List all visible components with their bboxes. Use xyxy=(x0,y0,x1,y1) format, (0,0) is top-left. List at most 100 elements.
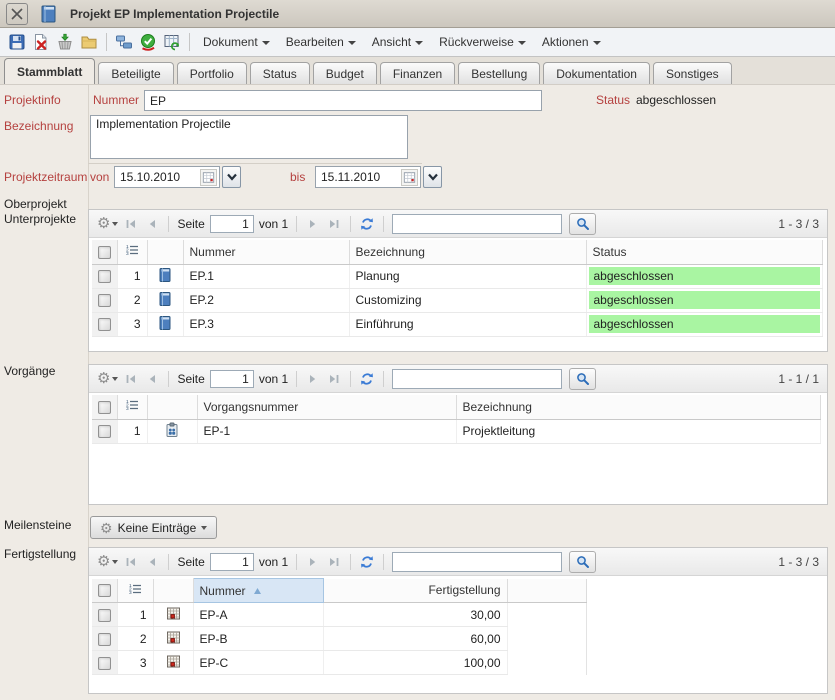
save-button[interactable] xyxy=(5,31,29,53)
calendar-picker-button[interactable] xyxy=(200,169,217,186)
grid-search-input[interactable] xyxy=(392,214,562,234)
column-header-bezeichnung[interactable]: Bezeichnung xyxy=(349,240,586,264)
cell-nummer[interactable]: EP.3 xyxy=(183,312,349,336)
tab-beteiligte[interactable]: Beteiligte xyxy=(98,62,173,84)
page-number-input[interactable] xyxy=(210,553,254,571)
next-page-button[interactable] xyxy=(305,554,321,570)
recalculate-button[interactable] xyxy=(160,31,184,53)
approve-button[interactable] xyxy=(136,31,160,53)
von-date-field[interactable]: 15.10.2010 xyxy=(114,166,220,188)
menu-aktionen[interactable]: Aktionen xyxy=(534,31,609,53)
grid-search-input[interactable] xyxy=(392,552,562,572)
basket-button[interactable] xyxy=(53,31,77,53)
row-number-column-header[interactable]: 123 xyxy=(117,579,153,603)
column-header-nummer[interactable]: Nummer xyxy=(183,240,349,264)
delete-button[interactable] xyxy=(29,31,53,53)
tab-portfolio[interactable]: Portfolio xyxy=(177,62,247,84)
row-checkbox[interactable] xyxy=(98,609,111,622)
grid-search-input[interactable] xyxy=(392,369,562,389)
calendar-picker-button[interactable] xyxy=(401,169,418,186)
hierarchy-button[interactable] xyxy=(112,31,136,53)
record-icon-cell[interactable] xyxy=(147,264,183,288)
column-header-nummer-sorted[interactable]: Nummer xyxy=(193,579,323,603)
cell-vorgangsnummer[interactable]: EP-1 xyxy=(197,419,456,443)
filler-cell xyxy=(507,627,586,651)
row-checkbox[interactable] xyxy=(98,270,111,283)
prev-page-button[interactable] xyxy=(144,371,160,387)
last-page-button[interactable] xyxy=(326,371,342,387)
page-number-input[interactable] xyxy=(210,215,254,233)
menu-rueckverweise[interactable]: Rückverweise xyxy=(431,31,534,53)
first-page-button[interactable] xyxy=(123,371,139,387)
record-icon-cell[interactable] xyxy=(147,419,197,443)
bis-date-field[interactable]: 15.11.2010 xyxy=(315,166,421,188)
row-checkbox[interactable] xyxy=(98,657,111,670)
bis-date-dropdown-button[interactable] xyxy=(423,166,442,188)
grid-search-button[interactable] xyxy=(569,368,596,390)
table-row[interactable]: 2 EP-B 60,00 xyxy=(92,627,586,651)
menu-bearbeiten[interactable]: Bearbeiten xyxy=(278,31,364,53)
record-icon-cell[interactable] xyxy=(147,312,183,336)
last-page-button[interactable] xyxy=(326,554,342,570)
column-header-bezeichnung[interactable]: Bezeichnung xyxy=(456,395,820,419)
tab-status[interactable]: Status xyxy=(250,62,310,84)
refresh-button[interactable] xyxy=(359,371,375,387)
last-page-button[interactable] xyxy=(326,216,342,232)
grid-search-button[interactable] xyxy=(569,551,596,573)
row-number-column-header[interactable]: 123 xyxy=(117,240,147,264)
record-icon-cell[interactable] xyxy=(153,651,193,675)
open-folder-button[interactable] xyxy=(77,31,101,53)
column-header-status[interactable]: Status xyxy=(586,240,822,264)
select-all-checkbox[interactable] xyxy=(98,246,111,259)
cell-nummer[interactable]: EP-A xyxy=(193,603,323,627)
record-icon-cell[interactable] xyxy=(153,603,193,627)
refresh-button[interactable] xyxy=(359,554,375,570)
column-header-fertigstellung[interactable]: Fertigstellung xyxy=(323,579,507,603)
cell-nummer[interactable]: EP-C xyxy=(193,651,323,675)
record-icon-cell[interactable] xyxy=(153,627,193,651)
cell-nummer[interactable]: EP.2 xyxy=(183,288,349,312)
bezeichnung-textarea[interactable]: Implementation Projectile xyxy=(90,115,408,159)
row-checkbox[interactable] xyxy=(98,425,111,438)
table-row[interactable]: 3 EP-C 100,00 xyxy=(92,651,586,675)
record-icon-cell[interactable] xyxy=(147,288,183,312)
menu-dokument[interactable]: Dokument xyxy=(195,31,278,53)
select-all-checkbox[interactable] xyxy=(98,401,111,414)
prev-page-button[interactable] xyxy=(144,216,160,232)
page-number-input[interactable] xyxy=(210,370,254,388)
next-page-button[interactable] xyxy=(305,371,321,387)
von-date-dropdown-button[interactable] xyxy=(222,166,241,188)
cell-nummer[interactable]: EP-B xyxy=(193,627,323,651)
table-row[interactable]: 1 EP-1 Projektleitung xyxy=(92,419,820,443)
grid-settings-button[interactable]: ⚙ xyxy=(97,216,118,231)
first-page-button[interactable] xyxy=(123,216,139,232)
table-row[interactable]: 2 EP.2 Customizing abgeschlossen xyxy=(92,288,822,312)
tab-stammblatt[interactable]: Stammblatt xyxy=(4,58,95,84)
tab-budget[interactable]: Budget xyxy=(313,62,377,84)
refresh-button[interactable] xyxy=(359,216,375,232)
row-checkbox[interactable] xyxy=(98,633,111,646)
menu-ansicht[interactable]: Ansicht xyxy=(364,31,431,53)
prev-page-button[interactable] xyxy=(144,554,160,570)
cell-nummer[interactable]: EP.1 xyxy=(183,264,349,288)
grid-settings-button[interactable]: ⚙ xyxy=(97,554,118,569)
select-all-checkbox[interactable] xyxy=(98,584,111,597)
tab-sonstiges[interactable]: Sonstiges xyxy=(653,62,732,84)
table-row[interactable]: 3 EP.3 Einführung abgeschlossen xyxy=(92,312,822,336)
grid-search-button[interactable] xyxy=(569,213,596,235)
row-checkbox[interactable] xyxy=(98,294,111,307)
tab-dokumentation[interactable]: Dokumentation xyxy=(543,62,650,84)
column-header-vorgangsnummer[interactable]: Vorgangsnummer xyxy=(197,395,456,419)
table-row[interactable]: 1 EP-A 30,00 xyxy=(92,603,586,627)
tab-bestellung[interactable]: Bestellung xyxy=(458,62,540,84)
table-row[interactable]: 1 EP.1 Planung abgeschlossen xyxy=(92,264,822,288)
meilensteine-menu-button[interactable]: ⚙ Keine Einträge xyxy=(90,516,217,539)
nummer-input[interactable] xyxy=(144,90,542,111)
grid-settings-button[interactable]: ⚙ xyxy=(97,371,118,386)
tab-finanzen[interactable]: Finanzen xyxy=(380,62,455,84)
row-number-column-header[interactable]: 123 xyxy=(117,395,147,419)
close-button[interactable] xyxy=(6,3,28,25)
first-page-button[interactable] xyxy=(123,554,139,570)
next-page-button[interactable] xyxy=(305,216,321,232)
row-checkbox[interactable] xyxy=(98,318,111,331)
